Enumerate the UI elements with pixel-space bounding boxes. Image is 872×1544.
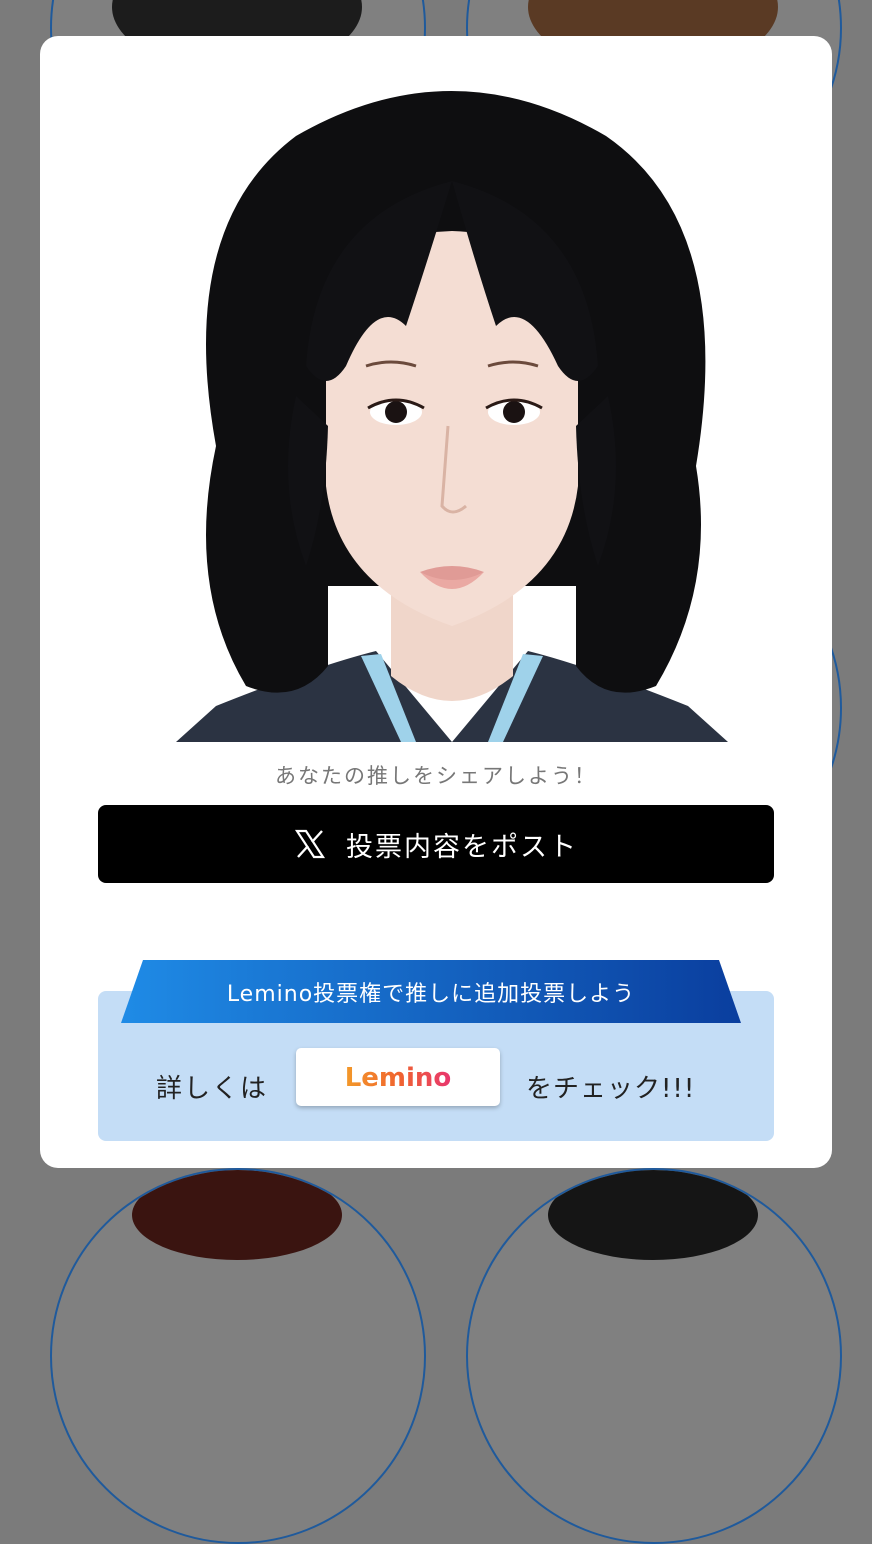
promo-details-row: 詳しくは Lemino をチェック!!! bbox=[98, 1044, 774, 1120]
x-logo-icon bbox=[294, 829, 326, 859]
background-member-card bbox=[50, 1168, 426, 1544]
share-prompt: あなたの推しをシェアしよう！ bbox=[275, 764, 597, 788]
details-prefix: 詳しくは bbox=[156, 1074, 269, 1104]
share-vote-modal: あなたの推しをシェアしよう！ 投票内容をポスト Lemino投票権で推しに追加投… bbox=[40, 36, 832, 1168]
lemino-link-button[interactable]: Lemino bbox=[296, 1048, 500, 1106]
member-portrait bbox=[176, 66, 728, 742]
post-vote-button[interactable]: 投票内容をポスト bbox=[98, 805, 774, 883]
lemino-logo-icon: Lemino bbox=[345, 1063, 452, 1093]
details-suffix: をチェック!!! bbox=[526, 1074, 696, 1104]
background-member-card bbox=[466, 1168, 842, 1544]
member-photo bbox=[132, 1170, 342, 1260]
promo-banner-text: Lemino投票権で推しに追加投票しよう bbox=[226, 981, 636, 1007]
member-photo bbox=[548, 1170, 758, 1260]
lemino-logo-text: Lemino bbox=[345, 1063, 452, 1093]
post-button-label: 投票内容をポスト bbox=[346, 831, 578, 863]
